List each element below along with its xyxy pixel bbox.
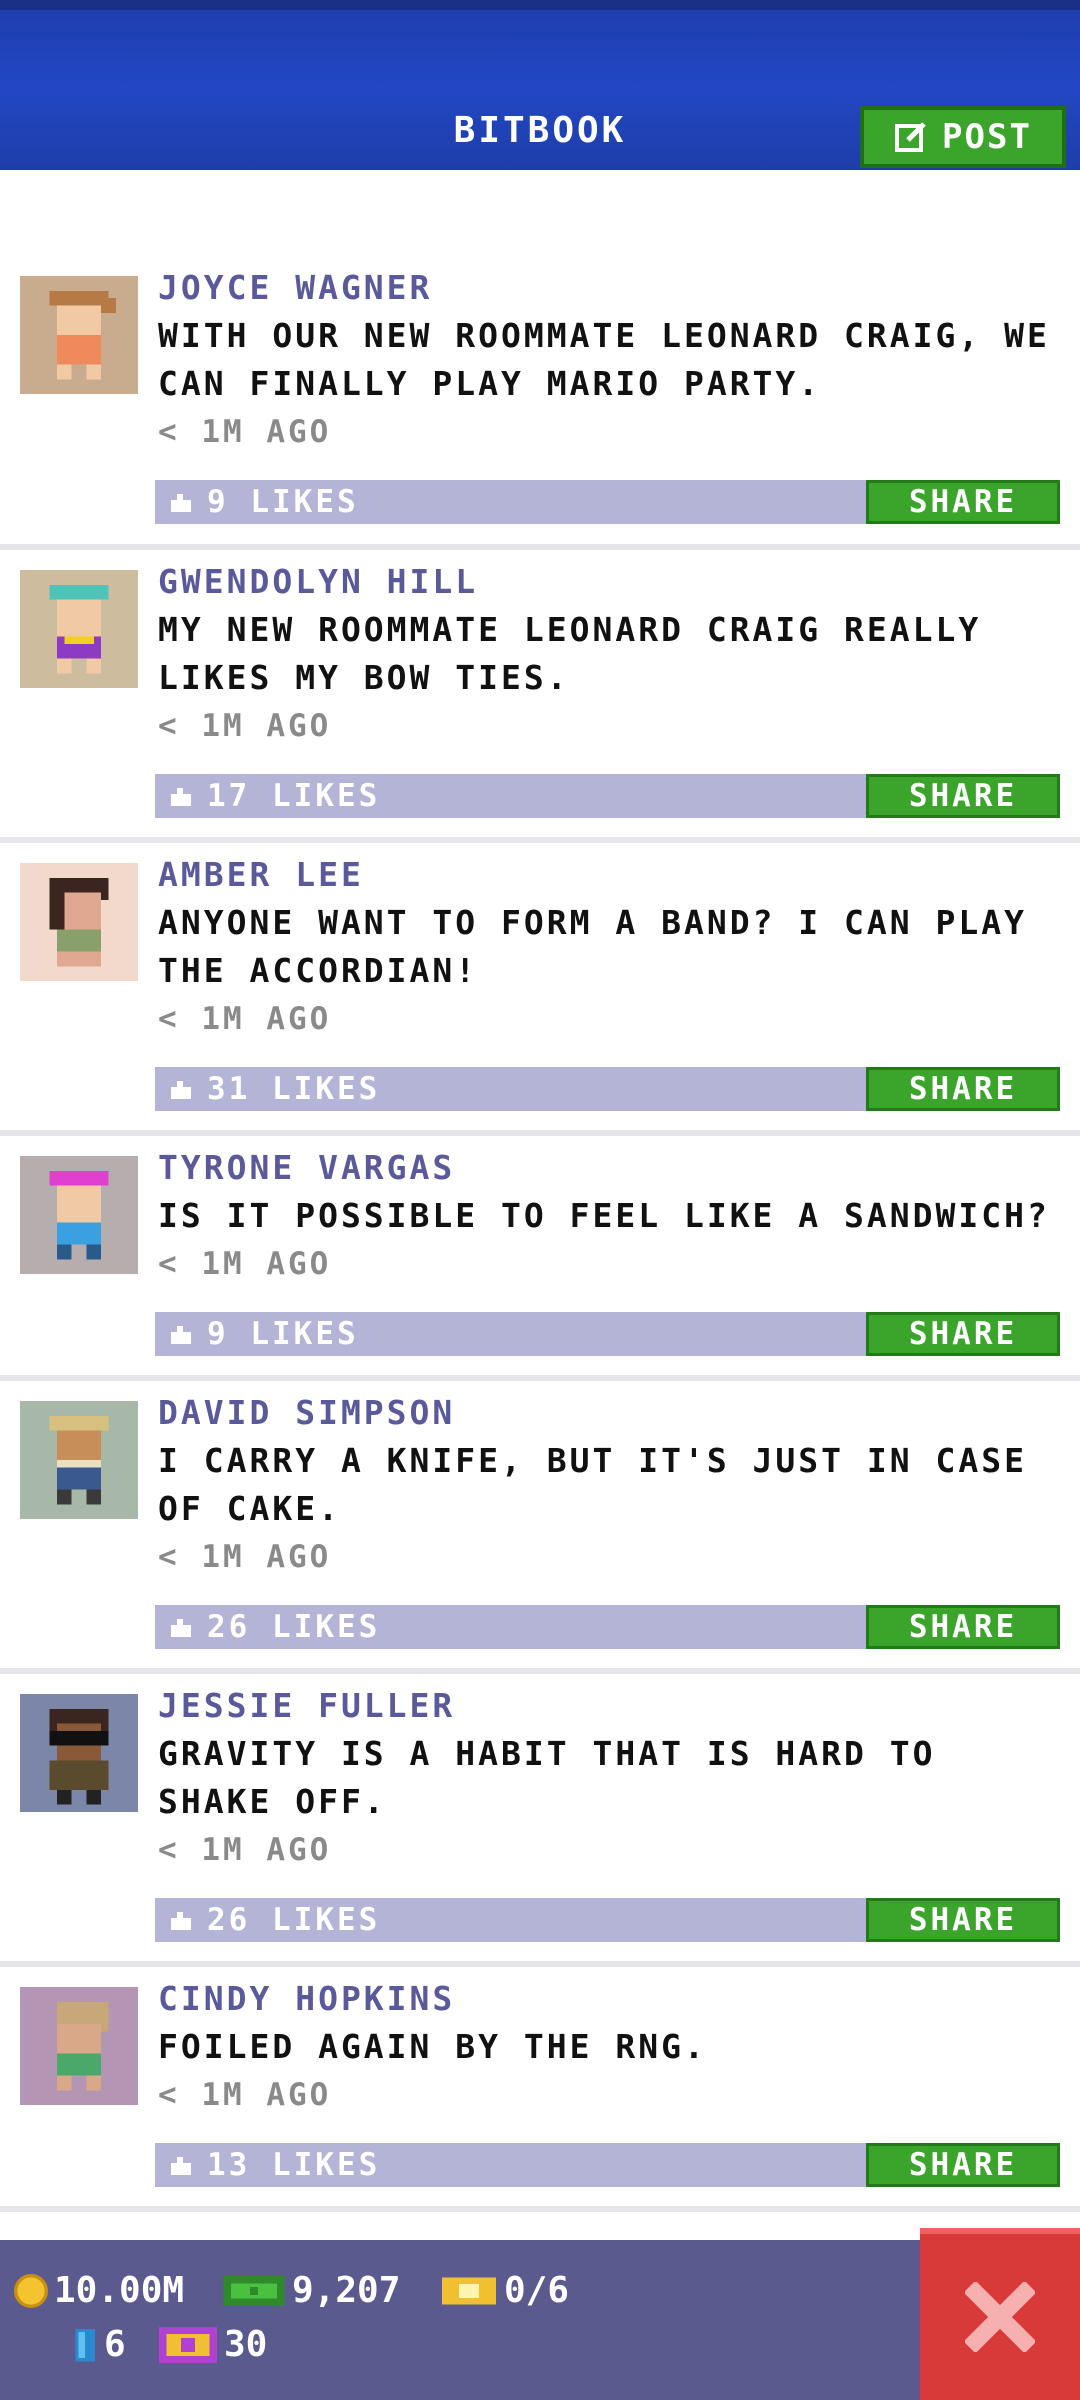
list-item: AMBER LEE ANYONE WANT TO FORM A BAND? I … — [0, 843, 1080, 1136]
post-message: ANYONE WANT TO FORM A BAND? I CAN PLAY T… — [158, 903, 1027, 990]
post-author[interactable]: GWENDOLYN HILL — [158, 562, 478, 601]
likes-count: 9 LIKES — [207, 1316, 359, 1352]
keys-value: 6 — [104, 2324, 126, 2365]
share-button[interactable]: SHARE — [866, 480, 1060, 524]
key-icon — [75, 2328, 95, 2361]
likes-bar: 26 LIKES SHARE — [155, 1898, 1060, 1942]
likes-count: 13 LIKES — [207, 2147, 381, 2183]
coins-value: 10.00M — [54, 2270, 185, 2311]
share-button[interactable]: SHARE — [866, 1067, 1060, 1111]
post-time: < 1M AGO — [158, 1832, 332, 1868]
vip-counter: 30 — [158, 2324, 267, 2365]
post-time: < 1M AGO — [158, 1539, 332, 1575]
post-message: I CARRY A KNIFE, BUT IT'S JUST IN CASE O… — [158, 1441, 1027, 1528]
bux-value: 9,207 — [292, 2270, 401, 2311]
share-button[interactable]: SHARE — [866, 1312, 1060, 1356]
post-author[interactable]: DAVID SIMPSON — [158, 1393, 455, 1432]
likes-bar: 13 LIKES SHARE — [155, 2143, 1060, 2187]
thumbs-up-icon[interactable] — [169, 784, 193, 808]
avatar[interactable] — [20, 1987, 138, 2105]
post-author[interactable]: JESSIE FULLER — [158, 1686, 455, 1725]
vip-icon — [159, 2326, 217, 2363]
avatar[interactable] — [20, 863, 138, 981]
cash-icon — [223, 2275, 285, 2306]
likes-count: 9 LIKES — [207, 484, 359, 520]
likes-count: 26 LIKES — [207, 1609, 381, 1645]
likes-bar: 26 LIKES SHARE — [155, 1605, 1060, 1649]
likes-bar: 31 LIKES SHARE — [155, 1067, 1060, 1111]
tickets-counter: 0/6 — [440, 2270, 569, 2311]
post-message: IS IT POSSIBLE TO FEEL LIKE A SANDWICH? — [158, 1196, 1050, 1235]
list-item: DAVID SIMPSON I CARRY A KNIFE, BUT IT'S … — [0, 1381, 1080, 1674]
thumbs-up-icon[interactable] — [169, 1322, 193, 1346]
tickets-value: 0/6 — [504, 2270, 570, 2311]
post-label: POST — [942, 117, 1032, 157]
likes-count: 17 LIKES — [207, 778, 381, 814]
avatar[interactable] — [20, 1156, 138, 1274]
post-time: < 1M AGO — [158, 2077, 332, 2113]
keys-counter: 6 — [72, 2324, 126, 2365]
post-message: MY NEW ROOMMATE LEONARD CRAIG REALLY LIK… — [158, 610, 982, 697]
list-item: TYRONE VARGAS IS IT POSSIBLE TO FEEL LIK… — [0, 1136, 1080, 1381]
close-button[interactable] — [920, 2228, 1080, 2400]
thumbs-up-icon[interactable] — [169, 1908, 193, 1932]
likes-bar: 9 LIKES SHARE — [155, 1312, 1060, 1356]
thumbs-up-icon[interactable] — [169, 490, 193, 514]
post-message: FOILED AGAIN BY THE RNG. — [158, 2027, 707, 2066]
avatar[interactable] — [20, 1401, 138, 1519]
thumbs-up-icon[interactable] — [169, 1077, 193, 1101]
coins-counter: 10.00M — [14, 2270, 184, 2311]
post-time: < 1M AGO — [158, 1246, 332, 1282]
share-button[interactable]: SHARE — [866, 2143, 1060, 2187]
avatar[interactable] — [20, 570, 138, 688]
list-item: JESSIE FULLER GRAVITY IS A HABIT THAT IS… — [0, 1674, 1080, 1967]
post-time: < 1M AGO — [158, 708, 332, 744]
thumbs-up-icon[interactable] — [169, 1615, 193, 1639]
post-author[interactable]: TYRONE VARGAS — [158, 1148, 455, 1187]
vip-value: 30 — [224, 2324, 268, 2365]
share-button[interactable]: SHARE — [866, 1898, 1060, 1942]
likes-count: 31 LIKES — [207, 1071, 381, 1107]
post-message: WITH OUR NEW ROOMMATE LEONARD CRAIG, WE … — [158, 316, 1050, 403]
avatar[interactable] — [20, 276, 138, 394]
list-item: JOYCE WAGNER WITH OUR NEW ROOMMATE LEONA… — [0, 170, 1080, 550]
edit-icon — [895, 122, 926, 152]
ticket-icon — [441, 2276, 497, 2305]
close-icon — [965, 2282, 1035, 2352]
post-button[interactable]: POST — [860, 106, 1066, 168]
likes-bar: 9 LIKES SHARE — [155, 480, 1060, 524]
feed[interactable]: JOYCE WAGNER WITH OUR NEW ROOMMATE LEONA… — [0, 170, 1080, 2212]
app-header: BITBOOK POST — [0, 0, 1080, 170]
post-message: GRAVITY IS A HABIT THAT IS HARD TO SHAKE… — [158, 1734, 936, 1821]
coin-icon — [14, 2273, 48, 2308]
avatar[interactable] — [20, 1694, 138, 1812]
list-item: GWENDOLYN HILL MY NEW ROOMMATE LEONARD C… — [0, 550, 1080, 843]
post-time: < 1M AGO — [158, 1001, 332, 1037]
likes-bar: 17 LIKES SHARE — [155, 774, 1060, 818]
bux-counter: 9,207 — [222, 2270, 400, 2311]
thumbs-up-icon[interactable] — [169, 2153, 193, 2177]
likes-count: 26 LIKES — [207, 1902, 381, 1938]
post-author[interactable]: JOYCE WAGNER — [158, 268, 432, 307]
share-button[interactable]: SHARE — [866, 774, 1060, 818]
share-button[interactable]: SHARE — [866, 1605, 1060, 1649]
post-time: < 1M AGO — [158, 414, 332, 450]
post-author[interactable]: AMBER LEE — [158, 855, 364, 894]
post-author[interactable]: CINDY HOPKINS — [158, 1979, 455, 2018]
resource-bar: 10.00M 9,207 0/6 6 30 — [0, 2240, 1080, 2400]
list-item: CINDY HOPKINS FOILED AGAIN BY THE RNG. <… — [0, 1967, 1080, 2212]
